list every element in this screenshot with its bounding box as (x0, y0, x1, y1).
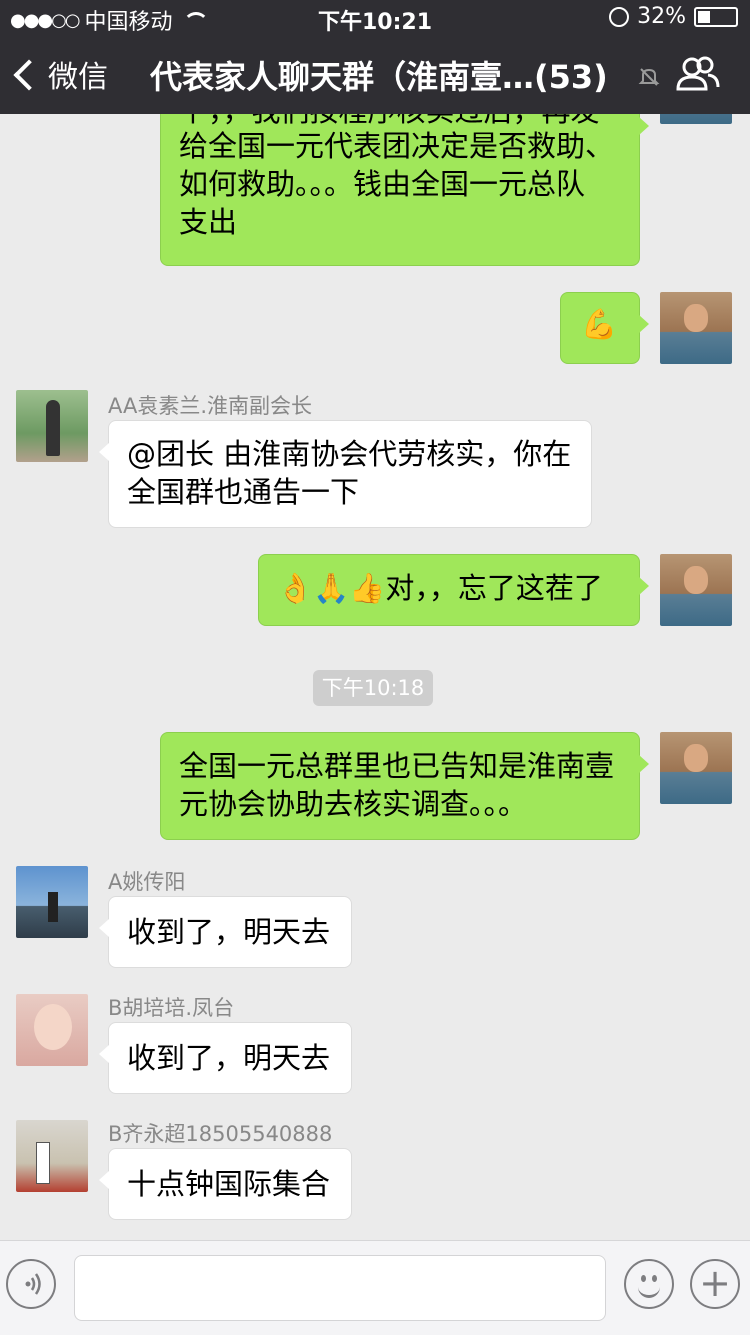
self-avatar[interactable] (660, 292, 732, 364)
message-bubble[interactable]: 下，，我们按程序核实过后，再发 给全国一元代表团决定是否救助、 如何救助。。。钱… (160, 114, 649, 266)
top-bar: ●●●○○ 中国移动 下午10:21 32% 微信 代表家人聊天群（淮南壹…(5… (0, 0, 750, 114)
message-line: 给全国一元代表团决定是否救助、 (179, 129, 615, 163)
mute-icon (638, 66, 660, 88)
self-avatar[interactable] (660, 114, 732, 124)
chat-messages[interactable]: 下，，我们按程序核实过后，再发 给全国一元代表团决定是否救助、 如何救助。。。钱… (0, 114, 750, 1240)
sender-name: B齐永超18505540888 (108, 1122, 333, 1146)
sender-avatar[interactable] (16, 390, 88, 462)
message-line: 全国一元总群里也已告知是淮南壹 (179, 749, 615, 783)
nav-bar: 微信 代表家人聊天群（淮南壹…(53) (0, 34, 750, 114)
message-line: 如何救助。。。钱由全国一元总队 (179, 167, 586, 201)
message-bubble[interactable]: @团长 由淮南协会代劳核实，你在 全国群也通告一下 (99, 420, 592, 528)
battery-icon (694, 6, 738, 27)
message-bubble[interactable]: 收到了，明天去 (99, 896, 352, 968)
message-line: 全国群也通告一下 (127, 475, 360, 509)
input-bar: + (0, 1240, 750, 1335)
sender-avatar[interactable] (16, 1120, 88, 1192)
message-text: 十点钟国际集合 (127, 1167, 331, 1201)
sender-avatar[interactable] (16, 994, 88, 1066)
sender-name: B胡培培.凤台 (108, 996, 235, 1020)
message-line: 元协会协助去核实调查。。。 (179, 787, 528, 821)
message-bubble[interactable]: 收到了，明天去 (99, 1022, 352, 1094)
back-button[interactable]: 微信 (13, 52, 108, 96)
message-text: 收到了，明天去 (127, 915, 331, 949)
time-divider: 下午10:18 (313, 670, 433, 706)
message-bubble[interactable]: 十点钟国际集合 (99, 1148, 352, 1220)
message-text: 对，，忘了这茬了 (385, 571, 603, 605)
message-line: 支出 (179, 205, 238, 239)
plus-icon[interactable]: + (690, 1259, 740, 1309)
message-bubble[interactable]: 👌🙏👍对，，忘了这茬了 (258, 554, 649, 626)
message-bubble[interactable]: 全国一元总群里也已告知是淮南壹 元协会协助去核实调查。。。 (160, 732, 649, 840)
message-input[interactable] (74, 1255, 606, 1321)
message-text: 收到了，明天去 (127, 1041, 331, 1075)
chat-title: 代表家人聊天群（淮南壹…(53) (150, 58, 608, 96)
self-avatar[interactable] (660, 554, 732, 626)
self-avatar[interactable] (660, 732, 732, 804)
voice-icon[interactable] (6, 1259, 56, 1309)
sender-name: A姚传阳 (108, 870, 186, 894)
message-bubble[interactable]: 💪 (560, 292, 649, 364)
ok-hands-thumbs-emoji: 👌🙏👍 (277, 571, 386, 605)
back-chevron-icon (13, 59, 45, 91)
emoji-icon[interactable] (624, 1259, 674, 1309)
sender-name: AA袁素兰.淮南副会长 (108, 394, 312, 418)
sender-avatar[interactable] (16, 866, 88, 938)
status-bar: ●●●○○ 中国移动 下午10:21 32% (0, 0, 750, 35)
message-line: @团长 由淮南协会代劳核实，你在 (127, 437, 572, 471)
members-icon[interactable] (676, 56, 720, 92)
message-line: 下，，我们按程序核实过后，再发 (179, 114, 621, 127)
back-label: 微信 (48, 60, 108, 95)
flexed-biceps-emoji: 💪 (581, 307, 618, 341)
battery-percent: 32% (637, 4, 686, 29)
orientation-lock-icon (609, 6, 630, 27)
